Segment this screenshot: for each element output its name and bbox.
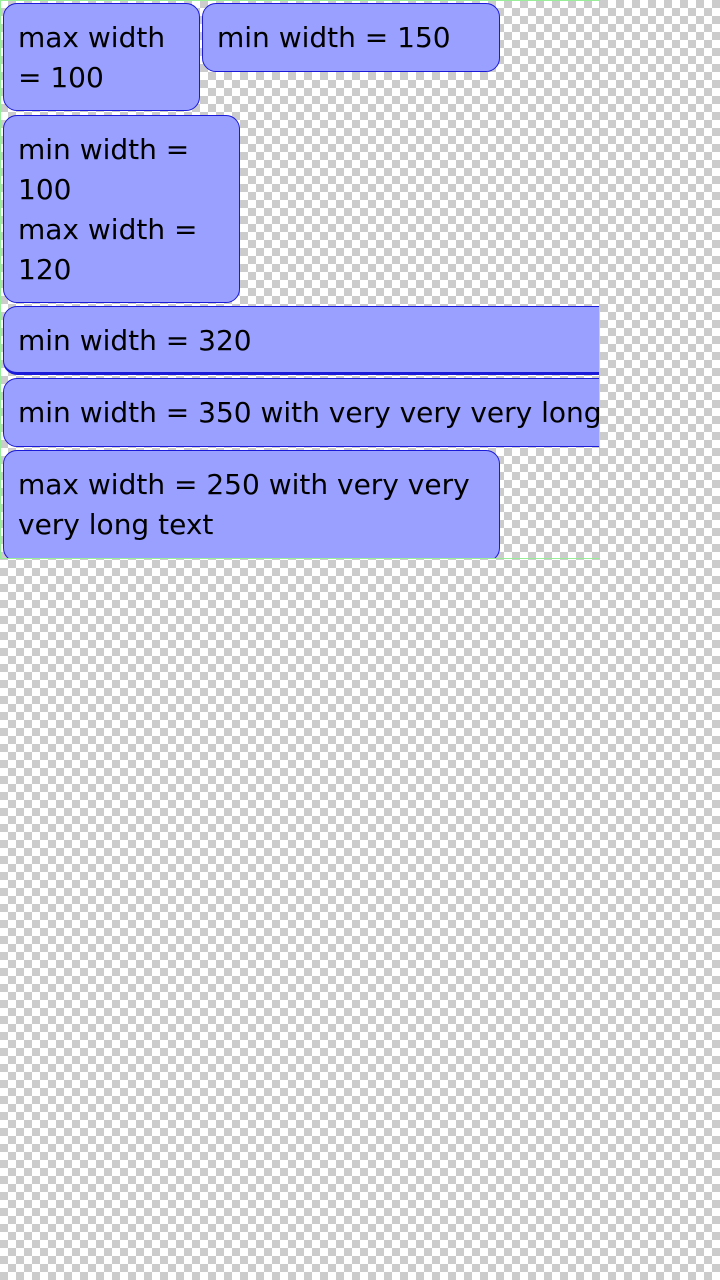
box-min-width-320: min width = 320 <box>3 306 599 375</box>
box-max-width-100: max width = 100 <box>3 3 200 111</box>
box-label-min: min width = 100 <box>18 133 190 206</box>
box-label: min width = 350 with very very very long… <box>18 396 600 429</box>
box-label: max width = 250 with very very very long… <box>18 468 470 541</box>
box-max-width-250-long: max width = 250 with very very very long… <box>3 450 500 558</box>
box-label: max width = 100 <box>18 21 166 94</box>
box-min-width-350-long: min width = 350 with very very very long… <box>3 378 600 447</box>
layout-container: max width = 100 min width = 150 min widt… <box>0 0 600 559</box>
box-label-max: max width = 120 <box>18 213 198 286</box>
box-min-max-width: min width = 100 max width = 120 <box>3 115 240 303</box>
box-label: min width = 150 <box>217 21 451 54</box>
box-label: min width = 320 <box>18 324 252 357</box>
box-min-width-150: min width = 150 <box>202 3 500 72</box>
